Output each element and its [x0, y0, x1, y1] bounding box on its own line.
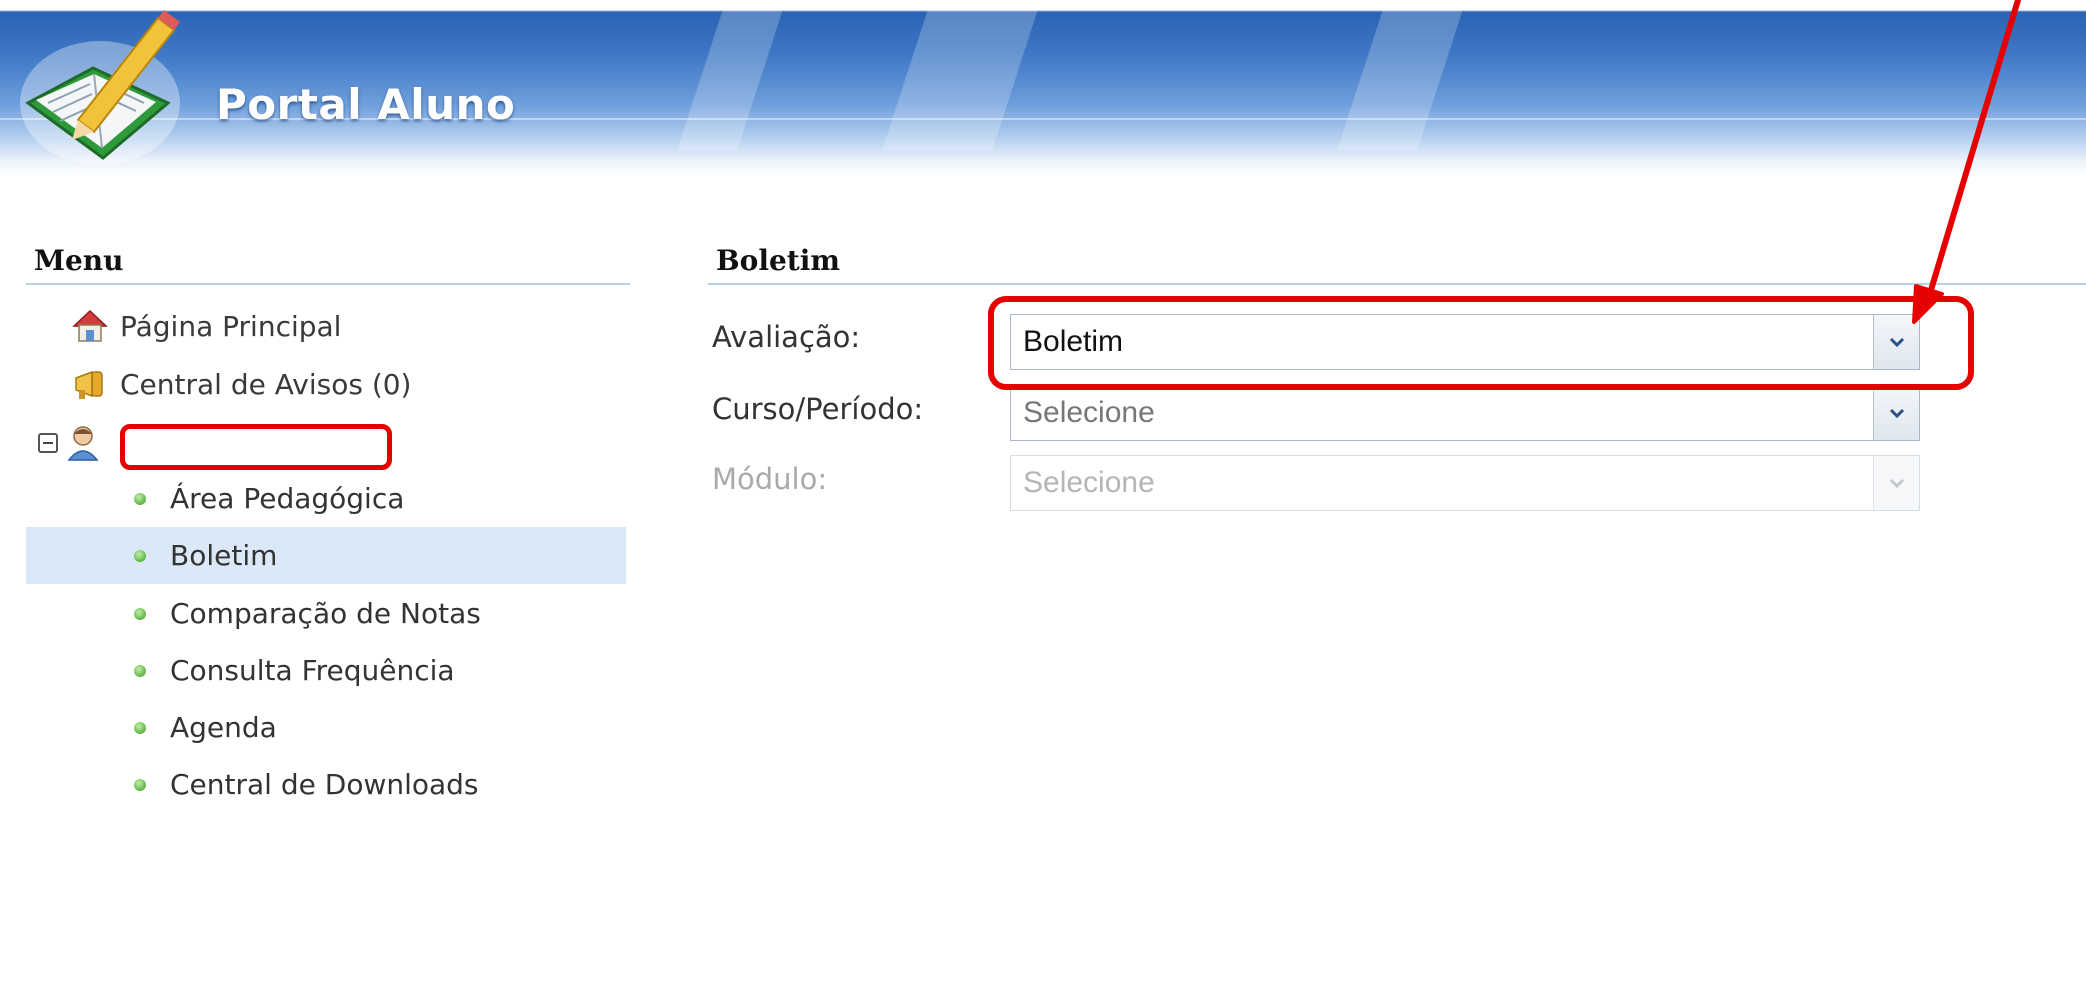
- sidebar-item-label: Central de Downloads: [170, 768, 479, 801]
- modulo-select-value: Selecione: [1023, 466, 1155, 499]
- modulo-label: Módulo:: [712, 462, 828, 496]
- collapse-toggle-icon[interactable]: [38, 433, 58, 453]
- sidebar-item-central-downloads[interactable]: Central de Downloads: [26, 756, 626, 813]
- menu-item-label: Central de Avisos (0): [120, 367, 412, 401]
- sidebar-item-label: Boletim: [170, 539, 278, 572]
- user-tree-node: [38, 424, 100, 462]
- avaliacao-label: Avaliação:: [712, 320, 861, 354]
- user-name-redacted[interactable]: [120, 424, 392, 470]
- sidebar-item-label: Consulta Frequência: [170, 654, 455, 687]
- menu-item-central-avisos[interactable]: Central de Avisos (0): [70, 364, 411, 404]
- curso-periodo-select[interactable]: Selecione: [1010, 385, 1920, 441]
- header-decoration: [677, 10, 783, 150]
- portal-logo-icon: [20, 10, 180, 165]
- megaphone-icon: [75, 370, 103, 399]
- bullet-icon: [134, 549, 146, 562]
- sidebar-item-label: Agenda: [170, 711, 277, 744]
- user-icon: [67, 426, 99, 461]
- sidebar-item-comparacao-notas[interactable]: Comparação de Notas: [26, 585, 626, 642]
- header-decoration: [882, 10, 1038, 150]
- menu-heading: Menu: [26, 240, 630, 285]
- sidebar-item-consulta-frequencia[interactable]: Consulta Frequência: [26, 642, 626, 699]
- bullet-icon: [134, 721, 146, 734]
- modulo-select[interactable]: Selecione: [1010, 455, 1920, 511]
- chevron-down-icon: [1873, 456, 1919, 510]
- sidebar-item-agenda[interactable]: Agenda: [26, 699, 626, 756]
- menu-item-pagina-principal[interactable]: Página Principal: [70, 306, 341, 346]
- portal-title: Portal Aluno: [216, 80, 516, 129]
- curso-periodo-label: Curso/Período:: [712, 392, 924, 426]
- portal-header: Portal Aluno: [0, 0, 2086, 175]
- bullet-icon: [134, 778, 146, 791]
- sidebar-item-boletim[interactable]: Boletim: [26, 527, 626, 584]
- sidebar: Menu: [26, 240, 630, 285]
- bullet-icon: [134, 607, 146, 620]
- home-icon: [72, 309, 108, 342]
- bullet-icon: [134, 664, 146, 677]
- chevron-down-icon[interactable]: [1873, 386, 1919, 440]
- sidebar-item-area-pedagogica[interactable]: Área Pedagógica: [26, 470, 626, 527]
- menu-item-label: Página Principal: [120, 309, 342, 343]
- curso-periodo-select-value: Selecione: [1023, 396, 1155, 429]
- bullet-icon: [134, 492, 146, 505]
- header-decoration: [1337, 10, 1463, 150]
- annotation-highlight-box: [988, 296, 1974, 390]
- page-title: Boletim: [708, 240, 2086, 285]
- sidebar-item-label: Área Pedagógica: [170, 482, 405, 515]
- sidebar-item-label: Comparação de Notas: [170, 597, 481, 630]
